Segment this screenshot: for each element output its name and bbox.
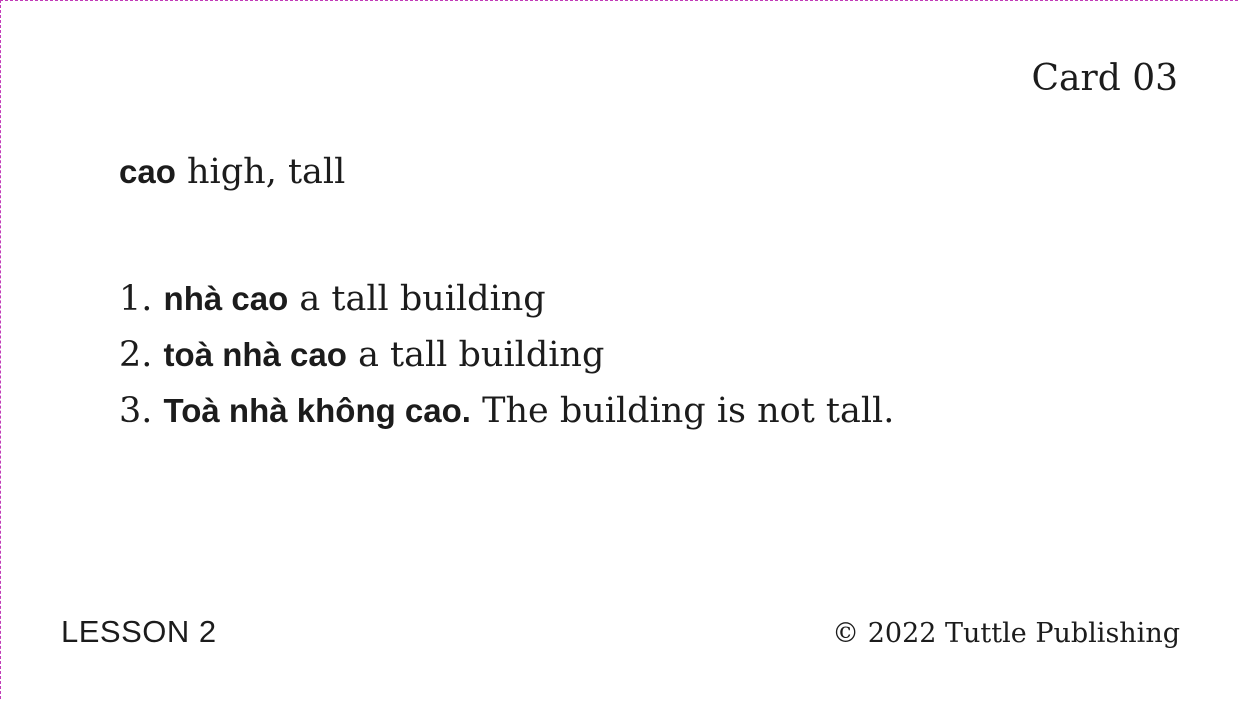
example-index: 3. <box>119 391 153 431</box>
flashcard: Card 03 cao high, tall 1. nhà cao a tall… <box>0 0 1238 699</box>
example-english: The building is not tall. <box>482 391 895 431</box>
example-vietnamese: nhà cao <box>163 280 289 317</box>
copyright-notice: © 2022 Tuttle Publishing <box>832 618 1180 649</box>
headword-entry: cao high, tall <box>119 151 345 193</box>
example-item: 3. Toà nhà không cao. The building is no… <box>119 383 894 439</box>
example-english: a tall building <box>358 335 605 375</box>
example-item: 2. toà nhà cao a tall building <box>119 327 894 383</box>
card-number: Card 03 <box>1031 58 1178 99</box>
example-list: 1. nhà cao a tall building 2. toà nhà ca… <box>119 271 894 439</box>
example-item: 1. nhà cao a tall building <box>119 271 894 327</box>
example-vietnamese: Toà nhà không cao. <box>163 392 471 429</box>
example-vietnamese: toà nhà cao <box>163 336 347 373</box>
example-index: 2. <box>119 335 153 375</box>
lesson-label: LESSON 2 <box>61 614 217 649</box>
headword-english: high, tall <box>187 152 346 192</box>
headword-vietnamese: cao <box>119 153 176 190</box>
example-index: 1. <box>119 279 153 319</box>
example-english: a tall building <box>299 279 546 319</box>
